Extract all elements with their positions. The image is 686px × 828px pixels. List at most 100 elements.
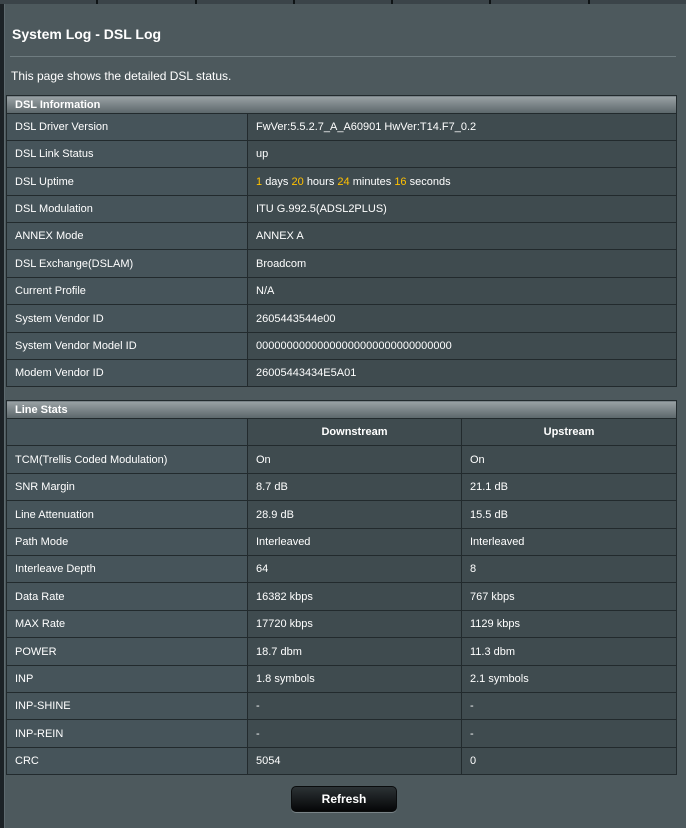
column-header-row: Downstream Upstream — [6, 418, 677, 446]
row-label: Interleave Depth — [6, 555, 248, 583]
downstream-value: 5054 — [247, 747, 462, 775]
downstream-value: On — [247, 445, 462, 474]
upstream-value: 8 — [461, 555, 677, 583]
upstream-value: 2.1 symbols — [461, 665, 677, 693]
downstream-value: 8.7 dB — [247, 473, 462, 501]
row-label: DSL Driver Version — [6, 113, 248, 141]
upstream-column-header: Upstream — [461, 418, 677, 446]
uptime-days: 1 — [256, 175, 263, 188]
column-header-blank — [6, 418, 248, 446]
dsl-uptime-value: 1 days 20 hours 24 minutes 16 seconds — [247, 167, 677, 196]
upstream-value: - — [461, 692, 677, 720]
upstream-value: 1129 kbps — [461, 610, 677, 638]
dsl-information-header: DSL Information — [6, 95, 677, 114]
row-label: Line Attenuation — [6, 500, 248, 529]
row-value: N/A — [247, 277, 677, 305]
section-header-row: DSL Information — [6, 95, 677, 114]
table-row: CRC 5054 0 — [6, 747, 677, 775]
downstream-value: 1.8 symbols — [247, 665, 462, 693]
row-label: INP — [6, 665, 248, 693]
table-row: System Vendor Model ID 00000000000000000… — [6, 332, 677, 360]
table-row: DSL Uptime 1 days 20 hours 24 minutes 16… — [6, 167, 677, 196]
table-row: Modem Vendor ID 26005443434E5A01 — [6, 359, 677, 387]
downstream-value: 16382 kbps — [247, 582, 462, 611]
table-row: TCM(Trellis Coded Modulation) On On — [6, 445, 677, 474]
page-description: This page shows the detailed DSL status. — [11, 69, 232, 83]
uptime-days-unit: days — [265, 175, 289, 188]
uptime-seconds: 16 — [394, 175, 407, 188]
dsl-information-table: DSL Information DSL Driver Version FwVer… — [6, 95, 677, 387]
row-label: INP-SHINE — [6, 692, 248, 720]
upstream-value: 11.3 dbm — [461, 637, 677, 666]
row-label: Current Profile — [6, 277, 248, 305]
row-label: System Vendor Model ID — [6, 332, 248, 360]
row-label: CRC — [6, 747, 248, 775]
row-label: INP-REIN — [6, 719, 248, 748]
downstream-value: 18.7 dbm — [247, 637, 462, 666]
downstream-value: Interleaved — [247, 528, 462, 556]
upstream-value: 15.5 dB — [461, 500, 677, 529]
table-row: POWER 18.7 dbm 11.3 dbm — [6, 637, 677, 666]
downstream-value: - — [247, 692, 462, 720]
row-label: POWER — [6, 637, 248, 666]
table-row: INP-SHINE - - — [6, 692, 677, 720]
row-label: DSL Modulation — [6, 195, 248, 223]
upstream-value: 0 — [461, 747, 677, 775]
downstream-value: - — [247, 719, 462, 748]
row-value: 2605443544e00 — [247, 304, 677, 333]
table-row: SNR Margin 8.7 dB 21.1 dB — [6, 473, 677, 501]
table-row: Data Rate 16382 kbps 767 kbps — [6, 582, 677, 611]
upstream-value: - — [461, 719, 677, 748]
row-label: DSL Link Status — [6, 140, 248, 168]
row-label: DSL Exchange(DSLAM) — [6, 249, 248, 278]
row-label: Modem Vendor ID — [6, 359, 248, 387]
line-stats-table: Line Stats Downstream Upstream TCM(Trell… — [6, 400, 677, 775]
table-row: INP-REIN - - — [6, 719, 677, 748]
table-row: DSL Modulation ITU G.992.5(ADSL2PLUS) — [6, 195, 677, 223]
row-value: ITU G.992.5(ADSL2PLUS) — [247, 195, 677, 223]
section-header-row: Line Stats — [6, 400, 677, 419]
row-label: Data Rate — [6, 582, 248, 611]
row-value: Broadcom — [247, 249, 677, 278]
uptime-hours-unit: hours — [306, 175, 335, 188]
row-value: up — [247, 140, 677, 168]
table-row: System Vendor ID 2605443544e00 — [6, 304, 677, 333]
row-value: 26005443434E5A01 — [247, 359, 677, 387]
row-label: Path Mode — [6, 528, 248, 556]
uptime-minutes: 24 — [337, 175, 350, 188]
row-value: FwVer:5.5.2.7_A_A60901 HwVer:T14.F7_0.2 — [247, 113, 677, 141]
upstream-value: On — [461, 445, 677, 474]
table-row: INP 1.8 symbols 2.1 symbols — [6, 665, 677, 693]
table-row: DSL Driver Version FwVer:5.5.2.7_A_A6090… — [6, 113, 677, 141]
line-stats-header: Line Stats — [6, 400, 677, 419]
upstream-value: 767 kbps — [461, 582, 677, 611]
table-row: Interleave Depth 64 8 — [6, 555, 677, 583]
row-label: TCM(Trellis Coded Modulation) — [6, 445, 248, 474]
title-divider — [10, 56, 676, 57]
upstream-value: 21.1 dB — [461, 473, 677, 501]
downstream-column-header: Downstream — [247, 418, 462, 446]
table-row: Current Profile N/A — [6, 277, 677, 305]
refresh-button[interactable]: Refresh — [291, 786, 397, 812]
uptime-seconds-unit: seconds — [409, 175, 451, 188]
row-label: ANNEX Mode — [6, 222, 248, 250]
table-row: DSL Exchange(DSLAM) Broadcom — [6, 249, 677, 278]
downstream-value: 28.9 dB — [247, 500, 462, 529]
uptime-minutes-unit: minutes — [352, 175, 392, 188]
row-label: SNR Margin — [6, 473, 248, 501]
table-row: Path Mode Interleaved Interleaved — [6, 528, 677, 556]
table-row: ANNEX Mode ANNEX A — [6, 222, 677, 250]
downstream-value: 64 — [247, 555, 462, 583]
page-title: System Log - DSL Log — [12, 26, 162, 42]
table-row: Line Attenuation 28.9 dB 15.5 dB — [6, 500, 677, 529]
table-row: MAX Rate 17720 kbps 1129 kbps — [6, 610, 677, 638]
row-label: System Vendor ID — [6, 304, 248, 333]
row-label: MAX Rate — [6, 610, 248, 638]
uptime-hours: 20 — [291, 175, 304, 188]
table-row: DSL Link Status up — [6, 140, 677, 168]
upstream-value: Interleaved — [461, 528, 677, 556]
row-value: ANNEX A — [247, 222, 677, 250]
row-value: 00000000000000000000000000000000 — [247, 332, 677, 360]
downstream-value: 17720 kbps — [247, 610, 462, 638]
row-label: DSL Uptime — [6, 167, 248, 196]
